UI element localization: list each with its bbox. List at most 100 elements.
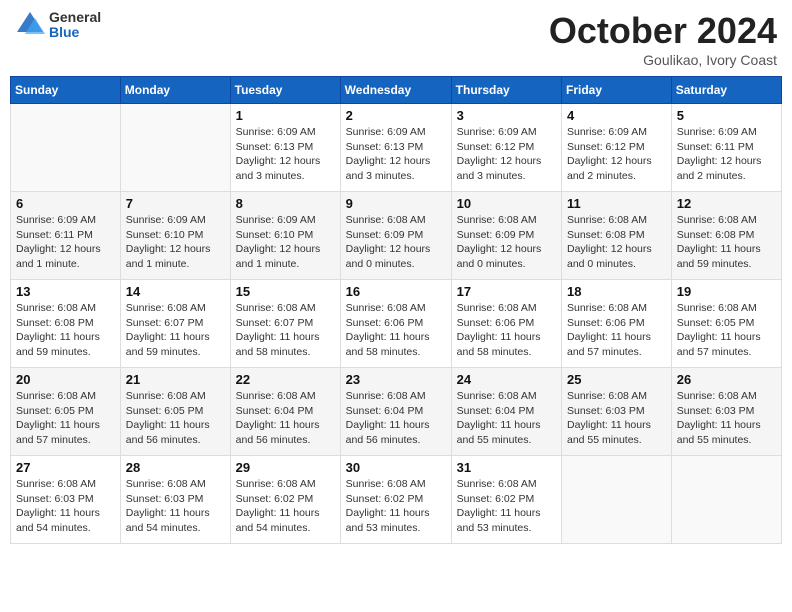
day-number: 9 bbox=[346, 196, 446, 211]
calendar-week-3: 13Sunrise: 6:08 AM Sunset: 6:08 PM Dayli… bbox=[11, 280, 782, 368]
cell-info: Sunrise: 6:08 AM Sunset: 6:03 PM Dayligh… bbox=[567, 389, 666, 448]
cell-info: Sunrise: 6:09 AM Sunset: 6:12 PM Dayligh… bbox=[457, 125, 556, 184]
calendar-cell: 26 Sunrise: 6:08 AM Sunset: 6:03 PM Dayli… bbox=[671, 368, 781, 456]
day-number: 8 bbox=[236, 196, 335, 211]
calendar-cell: 21 Sunrise: 6:08 AM Sunset: 6:05 PM Dayli… bbox=[120, 368, 230, 456]
day-number: 25 bbox=[567, 372, 666, 387]
day-number: 29 bbox=[236, 460, 335, 475]
weekday-header-friday: Friday bbox=[562, 77, 672, 104]
day-number: 12 bbox=[677, 196, 776, 211]
cell-info: Sunrise: 6:08 AM Sunset: 6:09 PM Dayligh… bbox=[346, 213, 446, 272]
calendar-cell: 22Sunrise: 6:08 AM Sunset: 6:04 PM Dayli… bbox=[230, 368, 340, 456]
day-number: 14 bbox=[126, 284, 225, 299]
calendar-cell bbox=[671, 456, 781, 544]
day-number: 27 bbox=[16, 460, 115, 475]
day-number: 17 bbox=[457, 284, 556, 299]
cell-info: Sunrise: 6:08 AM Sunset: 6:07 PM Dayligh… bbox=[126, 301, 225, 360]
day-number: 10 bbox=[457, 196, 556, 211]
cell-info: Sunrise: 6:08 AM Sunset: 6:04 PM Dayligh… bbox=[346, 389, 446, 448]
calendar-cell: 10Sunrise: 6:08 AM Sunset: 6:09 PM Dayli… bbox=[451, 192, 561, 280]
cell-info: Sunrise: 6:08 AM Sunset: 6:03 PM Dayligh… bbox=[16, 477, 115, 536]
day-number: 21 bbox=[126, 372, 225, 387]
calendar-cell: 11 Sunrise: 6:08 AM Sunset: 6:08 PM Dayli… bbox=[562, 192, 672, 280]
weekday-header-monday: Monday bbox=[120, 77, 230, 104]
cell-info: Sunrise: 6:09 AM Sunset: 6:12 PM Dayligh… bbox=[567, 125, 666, 184]
calendar-cell: 19 Sunrise: 6:08 AM Sunset: 6:05 PM Dayli… bbox=[671, 280, 781, 368]
calendar-cell: 30Sunrise: 6:08 AM Sunset: 6:02 PM Dayli… bbox=[340, 456, 451, 544]
day-number: 11 bbox=[567, 196, 666, 211]
day-number: 13 bbox=[16, 284, 115, 299]
cell-info: Sunrise: 6:09 AM Sunset: 6:11 PM Dayligh… bbox=[16, 213, 115, 272]
day-number: 15 bbox=[236, 284, 335, 299]
logo-text: General Blue bbox=[49, 10, 101, 41]
cell-info: Sunrise: 6:08 AM Sunset: 6:02 PM Dayligh… bbox=[236, 477, 335, 536]
day-number: 19 bbox=[677, 284, 776, 299]
calendar-cell: 6 Sunrise: 6:09 AM Sunset: 6:11 PM Daylig… bbox=[11, 192, 121, 280]
weekday-header-sunday: Sunday bbox=[11, 77, 121, 104]
cell-info: Sunrise: 6:09 AM Sunset: 6:11 PM Dayligh… bbox=[677, 125, 776, 184]
weekday-header-wednesday: Wednesday bbox=[340, 77, 451, 104]
calendar-week-5: 27 Sunrise: 6:08 AM Sunset: 6:03 PM Dayli… bbox=[11, 456, 782, 544]
day-number: 5 bbox=[677, 108, 776, 123]
calendar-cell: 17 Sunrise: 6:08 AM Sunset: 6:06 PM Dayli… bbox=[451, 280, 561, 368]
cell-info: Sunrise: 6:08 AM Sunset: 6:03 PM Dayligh… bbox=[677, 389, 776, 448]
day-number: 22 bbox=[236, 372, 335, 387]
day-number: 6 bbox=[16, 196, 115, 211]
day-number: 1 bbox=[236, 108, 335, 123]
calendar-cell: 23 Sunrise: 6:08 AM Sunset: 6:04 PM Dayli… bbox=[340, 368, 451, 456]
location: Goulikao, Ivory Coast bbox=[549, 52, 777, 68]
cell-info: Sunrise: 6:08 AM Sunset: 6:06 PM Dayligh… bbox=[567, 301, 666, 360]
cell-info: Sunrise: 6:09 AM Sunset: 6:10 PM Dayligh… bbox=[236, 213, 335, 272]
cell-info: Sunrise: 6:09 AM Sunset: 6:13 PM Dayligh… bbox=[346, 125, 446, 184]
logo-general: General bbox=[49, 10, 101, 25]
weekday-header-thursday: Thursday bbox=[451, 77, 561, 104]
calendar-week-1: 1 Sunrise: 6:09 AM Sunset: 6:13 PM Daylig… bbox=[11, 104, 782, 192]
day-number: 16 bbox=[346, 284, 446, 299]
calendar-cell: 3Sunrise: 6:09 AM Sunset: 6:12 PM Daylig… bbox=[451, 104, 561, 192]
cell-info: Sunrise: 6:08 AM Sunset: 6:08 PM Dayligh… bbox=[567, 213, 666, 272]
cell-info: Sunrise: 6:08 AM Sunset: 6:05 PM Dayligh… bbox=[677, 301, 776, 360]
calendar-cell bbox=[11, 104, 121, 192]
calendar-cell bbox=[120, 104, 230, 192]
calendar-cell: 12 Sunrise: 6:08 AM Sunset: 6:08 PM Dayli… bbox=[671, 192, 781, 280]
day-number: 23 bbox=[346, 372, 446, 387]
calendar-cell: 13Sunrise: 6:08 AM Sunset: 6:08 PM Dayli… bbox=[11, 280, 121, 368]
cell-info: Sunrise: 6:08 AM Sunset: 6:06 PM Dayligh… bbox=[346, 301, 446, 360]
cell-info: Sunrise: 6:08 AM Sunset: 6:08 PM Dayligh… bbox=[677, 213, 776, 272]
logo-blue: Blue bbox=[49, 25, 101, 40]
calendar-cell: 28 Sunrise: 6:08 AM Sunset: 6:03 PM Dayli… bbox=[120, 456, 230, 544]
day-number: 20 bbox=[16, 372, 115, 387]
calendar-cell: 8 Sunrise: 6:09 AM Sunset: 6:10 PM Daylig… bbox=[230, 192, 340, 280]
calendar-week-4: 20 Sunrise: 6:08 AM Sunset: 6:05 PM Dayli… bbox=[11, 368, 782, 456]
day-number: 26 bbox=[677, 372, 776, 387]
cell-info: Sunrise: 6:08 AM Sunset: 6:03 PM Dayligh… bbox=[126, 477, 225, 536]
calendar-cell: 24 Sunrise: 6:08 AM Sunset: 6:04 PM Dayli… bbox=[451, 368, 561, 456]
calendar-week-2: 6 Sunrise: 6:09 AM Sunset: 6:11 PM Daylig… bbox=[11, 192, 782, 280]
cell-info: Sunrise: 6:08 AM Sunset: 6:04 PM Dayligh… bbox=[457, 389, 556, 448]
day-number: 24 bbox=[457, 372, 556, 387]
weekday-header-tuesday: Tuesday bbox=[230, 77, 340, 104]
day-number: 18 bbox=[567, 284, 666, 299]
cell-info: Sunrise: 6:08 AM Sunset: 6:06 PM Dayligh… bbox=[457, 301, 556, 360]
calendar-cell: 20Sunrise: 6:08 AM Sunset: 6:05 PM Dayli… bbox=[11, 368, 121, 456]
calendar-cell: 5 Sunrise: 6:09 AM Sunset: 6:11 PM Daylig… bbox=[671, 104, 781, 192]
day-number: 28 bbox=[126, 460, 225, 475]
calendar-cell: 9 Sunrise: 6:08 AM Sunset: 6:09 PM Daylig… bbox=[340, 192, 451, 280]
calendar-table: SundayMondayTuesdayWednesdayThursdayFrid… bbox=[10, 76, 782, 544]
calendar-cell: 27 Sunrise: 6:08 AM Sunset: 6:03 PM Dayli… bbox=[11, 456, 121, 544]
logo: General Blue bbox=[15, 10, 101, 41]
calendar-cell: 14 Sunrise: 6:08 AM Sunset: 6:07 PM Dayli… bbox=[120, 280, 230, 368]
month-title: October 2024 bbox=[549, 10, 777, 52]
cell-info: Sunrise: 6:08 AM Sunset: 6:02 PM Dayligh… bbox=[457, 477, 556, 536]
day-number: 31 bbox=[457, 460, 556, 475]
calendar-cell: 16 Sunrise: 6:08 AM Sunset: 6:06 PM Dayli… bbox=[340, 280, 451, 368]
calendar-cell: 4Sunrise: 6:09 AM Sunset: 6:12 PM Daylig… bbox=[562, 104, 672, 192]
cell-info: Sunrise: 6:08 AM Sunset: 6:02 PM Dayligh… bbox=[346, 477, 446, 536]
cell-info: Sunrise: 6:08 AM Sunset: 6:07 PM Dayligh… bbox=[236, 301, 335, 360]
cell-info: Sunrise: 6:08 AM Sunset: 6:05 PM Dayligh… bbox=[126, 389, 225, 448]
cell-info: Sunrise: 6:09 AM Sunset: 6:10 PM Dayligh… bbox=[126, 213, 225, 272]
calendar-cell: 29 Sunrise: 6:08 AM Sunset: 6:02 PM Dayli… bbox=[230, 456, 340, 544]
calendar-cell: 31 Sunrise: 6:08 AM Sunset: 6:02 PM Dayli… bbox=[451, 456, 561, 544]
cell-info: Sunrise: 6:09 AM Sunset: 6:13 PM Dayligh… bbox=[236, 125, 335, 184]
calendar-cell: 18 Sunrise: 6:08 AM Sunset: 6:06 PM Dayli… bbox=[562, 280, 672, 368]
